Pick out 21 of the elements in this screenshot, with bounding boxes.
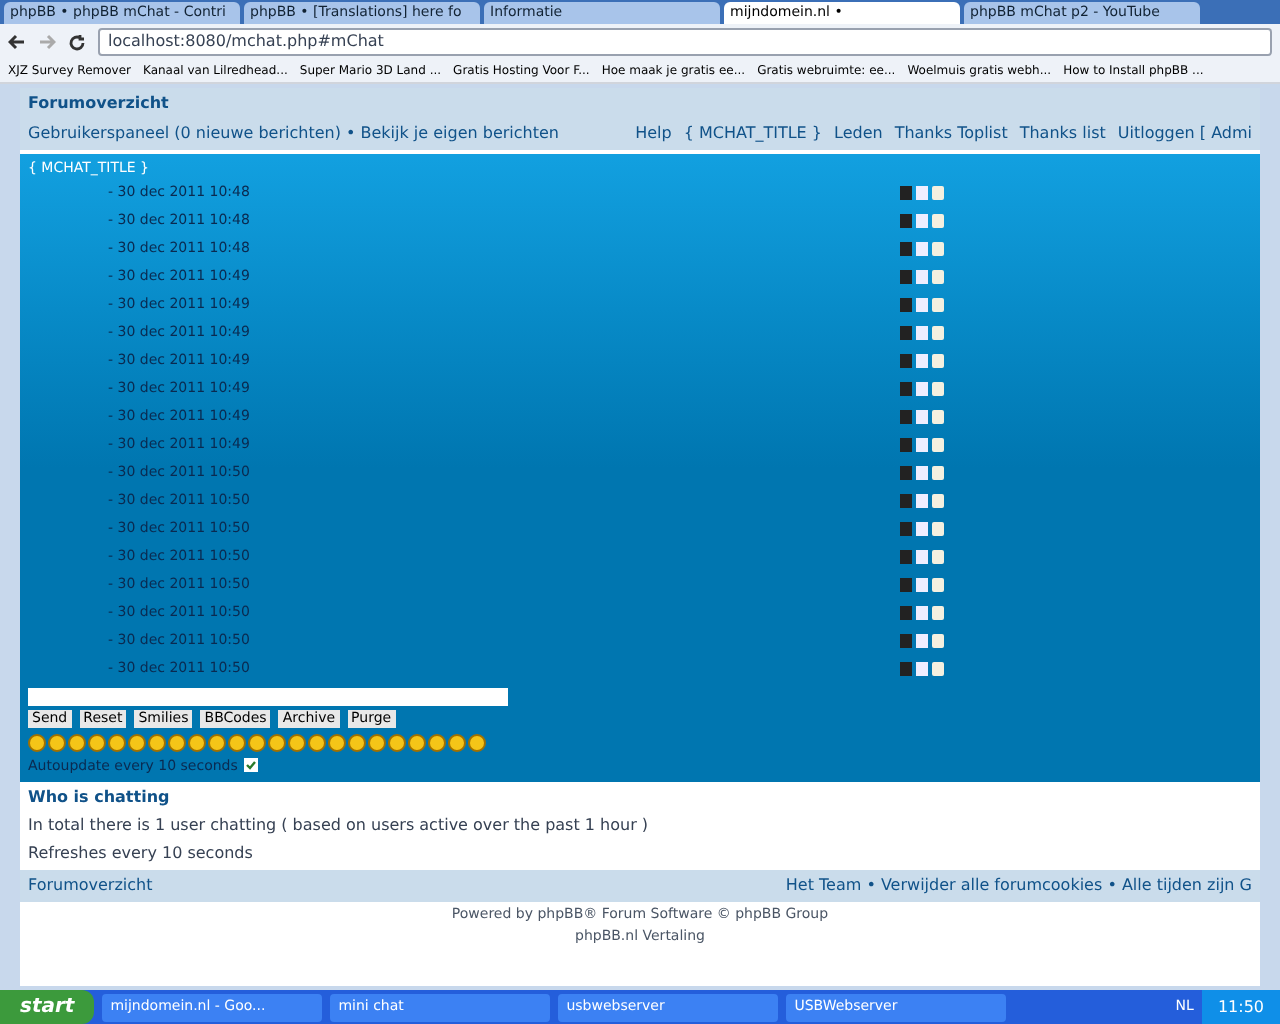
breadcrumb-link[interactable]: Forumoverzicht — [28, 92, 1252, 116]
nav-link[interactable]: Thanks list — [1019, 122, 1106, 146]
nav-link[interactable]: { MCHAT_TITLE } — [683, 122, 822, 146]
forward-icon[interactable] — [38, 34, 56, 50]
nav-link[interactable]: Help — [635, 122, 672, 146]
back-icon[interactable] — [8, 34, 26, 50]
autoupdate-checkbox[interactable] — [243, 758, 258, 773]
refresh-text: Refreshes every 10 seconds — [28, 842, 255, 866]
nav-link[interactable]: Uitloggen [ Admi — [1117, 122, 1252, 146]
footer-home-link[interactable]: Forumoverzicht — [28, 874, 153, 898]
reload-icon[interactable] — [68, 33, 86, 51]
start-button[interactable]: start — [0, 990, 95, 1024]
message-input[interactable] — [28, 687, 508, 705]
clock: 11:50 — [1217, 995, 1264, 1019]
who-title: Who is chatting — [28, 786, 172, 810]
who-total: In total there is 1 user chatting ( based on users active over the past 1 hour ) — [28, 814, 651, 838]
footer-links: Het Team • Verwijder alle forumcookies • Alle tijden zijn G — [785, 874, 1252, 898]
nav-link[interactable]: Thanks Toplist — [894, 122, 1008, 146]
user-links: Gebruikerspaneel (0 nieuwe berichten) • Bekijk je eigen berichten — [28, 122, 559, 146]
nav-link[interactable]: Leden — [834, 122, 883, 146]
address-bar[interactable]: localhost:8080/mchat.php#mChat — [98, 28, 1272, 56]
